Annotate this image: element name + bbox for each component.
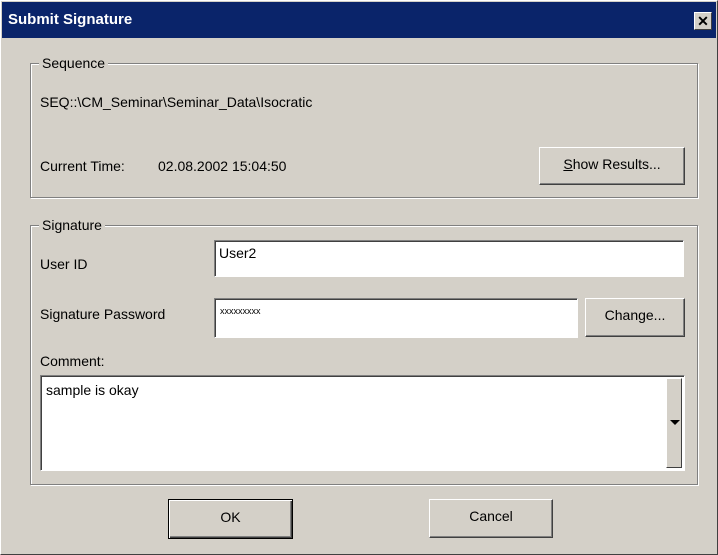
signature-password-field[interactable]: xxxxxxxxx [214,298,578,338]
comment-value: sample is okay [46,382,139,398]
change-password-label: Change... [604,307,666,323]
signature-legend: Signature [39,217,105,233]
signature-password-label: Signature Password [40,306,166,322]
show-results-label: how Results... [572,156,661,172]
user-id-field[interactable]: User2 [214,240,684,277]
current-time-value: 02.08.2002 15:04:50 [158,158,287,174]
user-id-value: User2 [219,245,257,261]
cancel-button[interactable]: Cancel [429,499,553,538]
show-results-button[interactable]: Show Results... [539,147,685,185]
close-icon: ✕ [697,13,709,29]
close-button[interactable]: ✕ [694,12,712,30]
sequence-legend: Sequence [39,55,109,71]
comment-field[interactable]: sample is okay [40,375,685,471]
comment-label: Comment: [40,353,105,369]
user-id-label: User ID [40,256,88,272]
chevron-down-icon [670,420,680,425]
signature-password-value: xxxxxxxxx [220,306,261,316]
current-time-label: Current Time: [40,158,125,174]
submit-signature-dialog: Submit Signature ✕ Sequence SEQ::\CM_Sem… [0,0,718,555]
cancel-label: Cancel [469,508,513,524]
ok-button[interactable]: OK [168,499,293,539]
sequence-path: SEQ::\CM_Seminar\Seminar_Data\Isocratic [40,94,313,110]
title-bar: Submit Signature ✕ [2,2,716,38]
show-results-mnemonic: S [563,156,573,172]
window-title: Submit Signature [8,11,133,28]
ok-label: OK [220,509,241,525]
comment-dropdown-button[interactable] [666,378,682,468]
change-password-button[interactable]: Change... [585,298,685,337]
